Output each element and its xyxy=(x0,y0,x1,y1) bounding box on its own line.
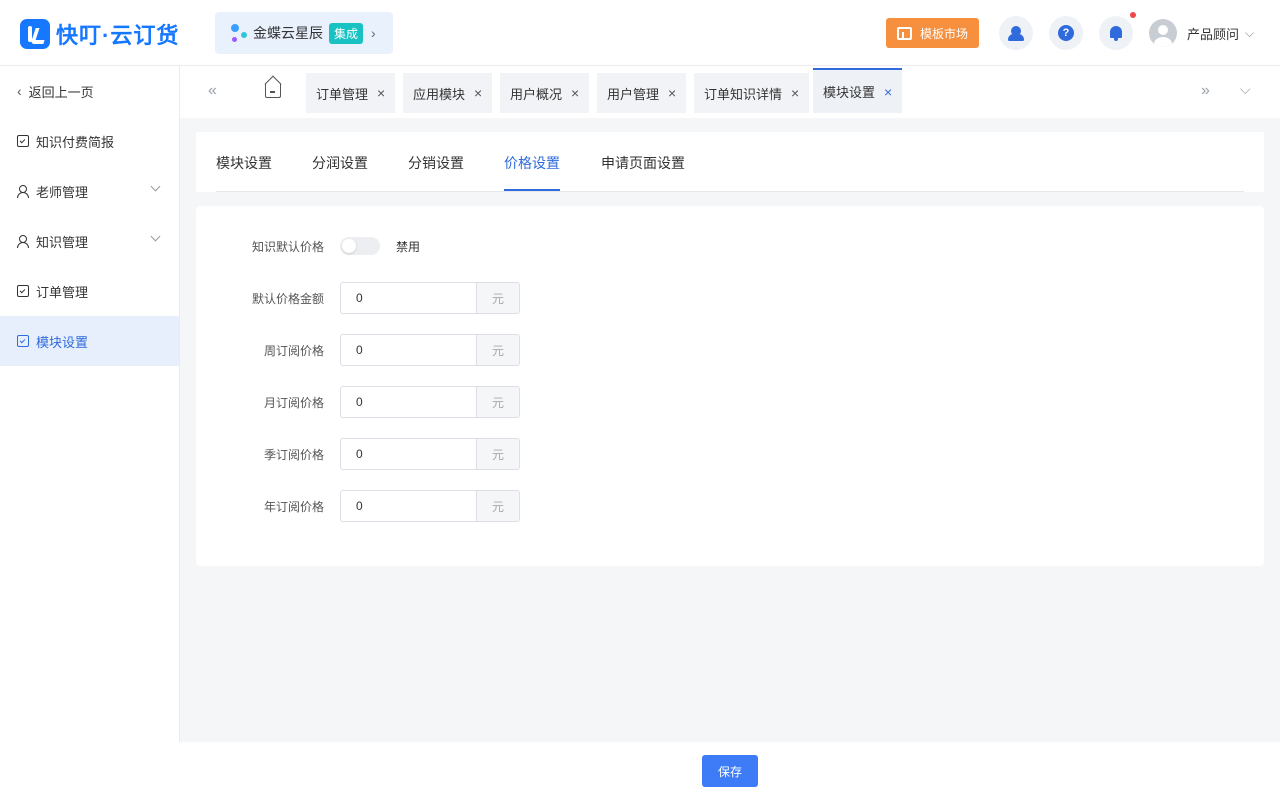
subtab-price-settings[interactable]: 价格设置 xyxy=(504,153,560,173)
template-market-button[interactable]: 模板市场 xyxy=(886,18,979,48)
chevron-down-icon xyxy=(150,181,161,192)
subtab-distribution[interactable]: 分销设置 xyxy=(408,153,464,173)
subtab-application-page[interactable]: 申请页面设置 xyxy=(601,153,685,173)
sidebar-item-orders[interactable]: 订单管理 xyxy=(0,266,179,316)
sidebar-item-label: 老师管理 xyxy=(36,184,89,200)
tab-app-modules[interactable]: 应用模块 × xyxy=(403,73,493,113)
close-icon[interactable]: × xyxy=(571,85,579,101)
tab-label: 用户概况 xyxy=(510,86,563,102)
tab-label: 应用模块 xyxy=(413,86,466,102)
tab-user-overview[interactable]: 用户概况 × xyxy=(500,73,590,113)
unit-addon: 元 xyxy=(476,438,520,470)
sidebar-item-knowledge[interactable]: 知识管理 xyxy=(0,216,179,266)
template-market-label: 模板市场 xyxy=(919,26,968,41)
field-label: 季订阅价格 xyxy=(263,448,324,462)
chevron-left-icon: ‹ xyxy=(17,83,22,99)
tab-label: 订单管理 xyxy=(316,86,369,102)
field-label: 周订阅价格 xyxy=(263,344,324,358)
user-menu[interactable]: 产品顾问 ⌵ xyxy=(1149,19,1254,47)
close-icon[interactable]: × xyxy=(474,85,482,101)
quarterly-price-input[interactable]: 0 xyxy=(340,438,477,470)
user-name: 产品顾问 xyxy=(1187,26,1240,42)
calendar-icon xyxy=(17,135,29,147)
customer-service-icon xyxy=(1007,25,1025,41)
notifications-button[interactable] xyxy=(1099,16,1133,50)
bell-icon xyxy=(1109,25,1123,41)
sidebar-item-label: 订单管理 xyxy=(36,284,89,300)
default-amount-input[interactable]: 0 xyxy=(340,282,477,314)
sidebar-item-teachers[interactable]: 老师管理 xyxy=(0,166,179,216)
logo-icon xyxy=(20,19,50,49)
tabs-more-icon[interactable]: ⌵ xyxy=(1240,81,1251,98)
yearly-price-input[interactable]: 0 xyxy=(340,490,477,522)
subtab-profit-sharing[interactable]: 分润设置 xyxy=(312,153,368,173)
tab-label: 订单知识详情 xyxy=(704,86,783,102)
default-price-label: 知识默认价格 xyxy=(251,240,324,254)
tab-user-management[interactable]: 用户管理 × xyxy=(597,73,687,113)
sidebar-item-back[interactable]: ‹ 返回上一页 xyxy=(0,66,179,116)
monthly-price-input[interactable]: 0 xyxy=(340,386,477,418)
chevron-right-icon: › xyxy=(371,25,376,41)
chevron-down-icon: ⌵ xyxy=(1245,25,1255,40)
unit-addon: 元 xyxy=(476,282,520,314)
sidebar-item-label: 模块设置 xyxy=(36,334,89,350)
integration-switcher[interactable]: 金蝶云星辰 集成 › xyxy=(215,12,393,54)
chevron-down-icon xyxy=(150,231,161,242)
tab-label: 用户管理 xyxy=(607,86,660,102)
field-label: 年订阅价格 xyxy=(263,500,324,514)
tab-module-settings[interactable]: 模块设置 × xyxy=(813,68,903,113)
close-icon[interactable]: × xyxy=(377,85,385,101)
tabs-prev-icon[interactable]: « xyxy=(208,82,217,100)
integration-name: 金蝶云星辰 xyxy=(253,25,323,41)
close-icon[interactable]: × xyxy=(668,85,676,101)
unit-addon: 元 xyxy=(476,386,520,418)
price-settings-form: 知识默认价格 禁用 默认价格金额 0 元 周订阅价格 0 元 月订阅价格 0 元… xyxy=(196,206,1264,566)
field-label: 默认价格金额 xyxy=(251,292,324,306)
sidebar-item-label: 知识管理 xyxy=(36,234,89,250)
customer-service-button[interactable] xyxy=(999,16,1033,50)
sidebar-item-module-settings[interactable]: 模块设置 xyxy=(0,316,179,366)
unit-addon: 元 xyxy=(476,490,520,522)
integration-dots-icon xyxy=(229,22,251,44)
tab-order-management[interactable]: 订单管理 × xyxy=(306,73,396,113)
tab-order-knowledge-detail[interactable]: 订单知识详情 × xyxy=(694,73,810,113)
weekly-price-input[interactable]: 0 xyxy=(340,334,477,366)
sidebar-item-brief[interactable]: 知识付费简报 xyxy=(0,116,179,166)
user-icon xyxy=(17,235,29,248)
unit-addon: 元 xyxy=(476,334,520,366)
default-price-status: 禁用 xyxy=(396,240,421,254)
save-button[interactable]: 保存 xyxy=(702,755,758,787)
tab-label: 模块设置 xyxy=(823,85,876,100)
template-icon xyxy=(896,26,912,40)
footer-bar: 保存 xyxy=(0,742,1280,800)
subtabs-divider xyxy=(216,191,1244,192)
top-header: 快叮·云订货 金蝶云星辰 集成 › 模板市场 ? 产品顾问 ⌵ xyxy=(0,0,1280,66)
help-icon: ? xyxy=(1058,25,1074,41)
active-subtab-indicator xyxy=(504,189,560,191)
notification-dot xyxy=(1130,12,1136,18)
calendar-icon xyxy=(17,285,29,297)
close-icon[interactable]: × xyxy=(884,84,892,100)
tabs-next-icon[interactable]: » xyxy=(1201,82,1210,100)
logo-text: 快叮·云订货 xyxy=(56,23,180,48)
sidebar: ‹ 返回上一页 知识付费简报 老师管理 知识管理 订单管理 模块设置 xyxy=(0,66,180,742)
settings-subtabs: 模块设置 分润设置 分销设置 价格设置 申请页面设置 xyxy=(196,132,1264,192)
close-icon[interactable]: × xyxy=(791,85,799,101)
avatar xyxy=(1149,19,1177,47)
calendar-icon xyxy=(17,335,29,347)
integration-badge: 集成 xyxy=(329,22,364,44)
app-logo[interactable]: 快叮·云订货 xyxy=(20,18,179,50)
sidebar-item-label: 返回上一页 xyxy=(28,84,94,100)
user-icon xyxy=(17,185,29,198)
help-button[interactable]: ? xyxy=(1049,16,1083,50)
default-price-toggle[interactable] xyxy=(340,237,380,255)
sidebar-item-label: 知识付费简报 xyxy=(36,134,115,150)
field-label: 月订阅价格 xyxy=(263,396,324,410)
subtab-module-settings[interactable]: 模块设置 xyxy=(216,153,272,173)
home-icon[interactable] xyxy=(265,84,281,98)
